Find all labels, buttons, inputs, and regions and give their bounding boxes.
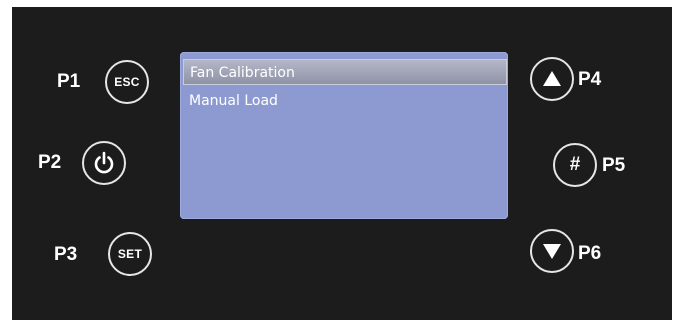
- set-button[interactable]: SET: [108, 232, 152, 276]
- triangle-up-icon: [543, 71, 561, 86]
- p2-label: P2: [38, 152, 62, 173]
- p1-label: P1: [57, 71, 81, 92]
- down-button[interactable]: [530, 229, 574, 273]
- power-button[interactable]: [82, 141, 126, 185]
- menu-item-fan-calibration[interactable]: Fan Calibration: [183, 59, 507, 85]
- hash-button-label: #: [569, 154, 581, 175]
- menu-item-label: Manual Load: [189, 93, 278, 109]
- triangle-down-icon: [543, 244, 561, 259]
- lcd-display: Fan Calibration Manual Load: [180, 52, 508, 219]
- power-icon: [94, 151, 114, 174]
- up-button[interactable]: [530, 57, 574, 101]
- menu-item-manual-load[interactable]: Manual Load: [183, 88, 507, 114]
- esc-button-label: ESC: [114, 75, 140, 89]
- p6-label: P6: [578, 243, 602, 264]
- p4-label: P4: [578, 69, 602, 90]
- p3-label: P3: [54, 244, 78, 265]
- hash-button[interactable]: #: [553, 143, 597, 187]
- esc-button[interactable]: ESC: [105, 60, 149, 104]
- set-button-label: SET: [117, 247, 143, 261]
- p5-label: P5: [602, 155, 626, 176]
- menu-item-label: Fan Calibration: [190, 65, 295, 81]
